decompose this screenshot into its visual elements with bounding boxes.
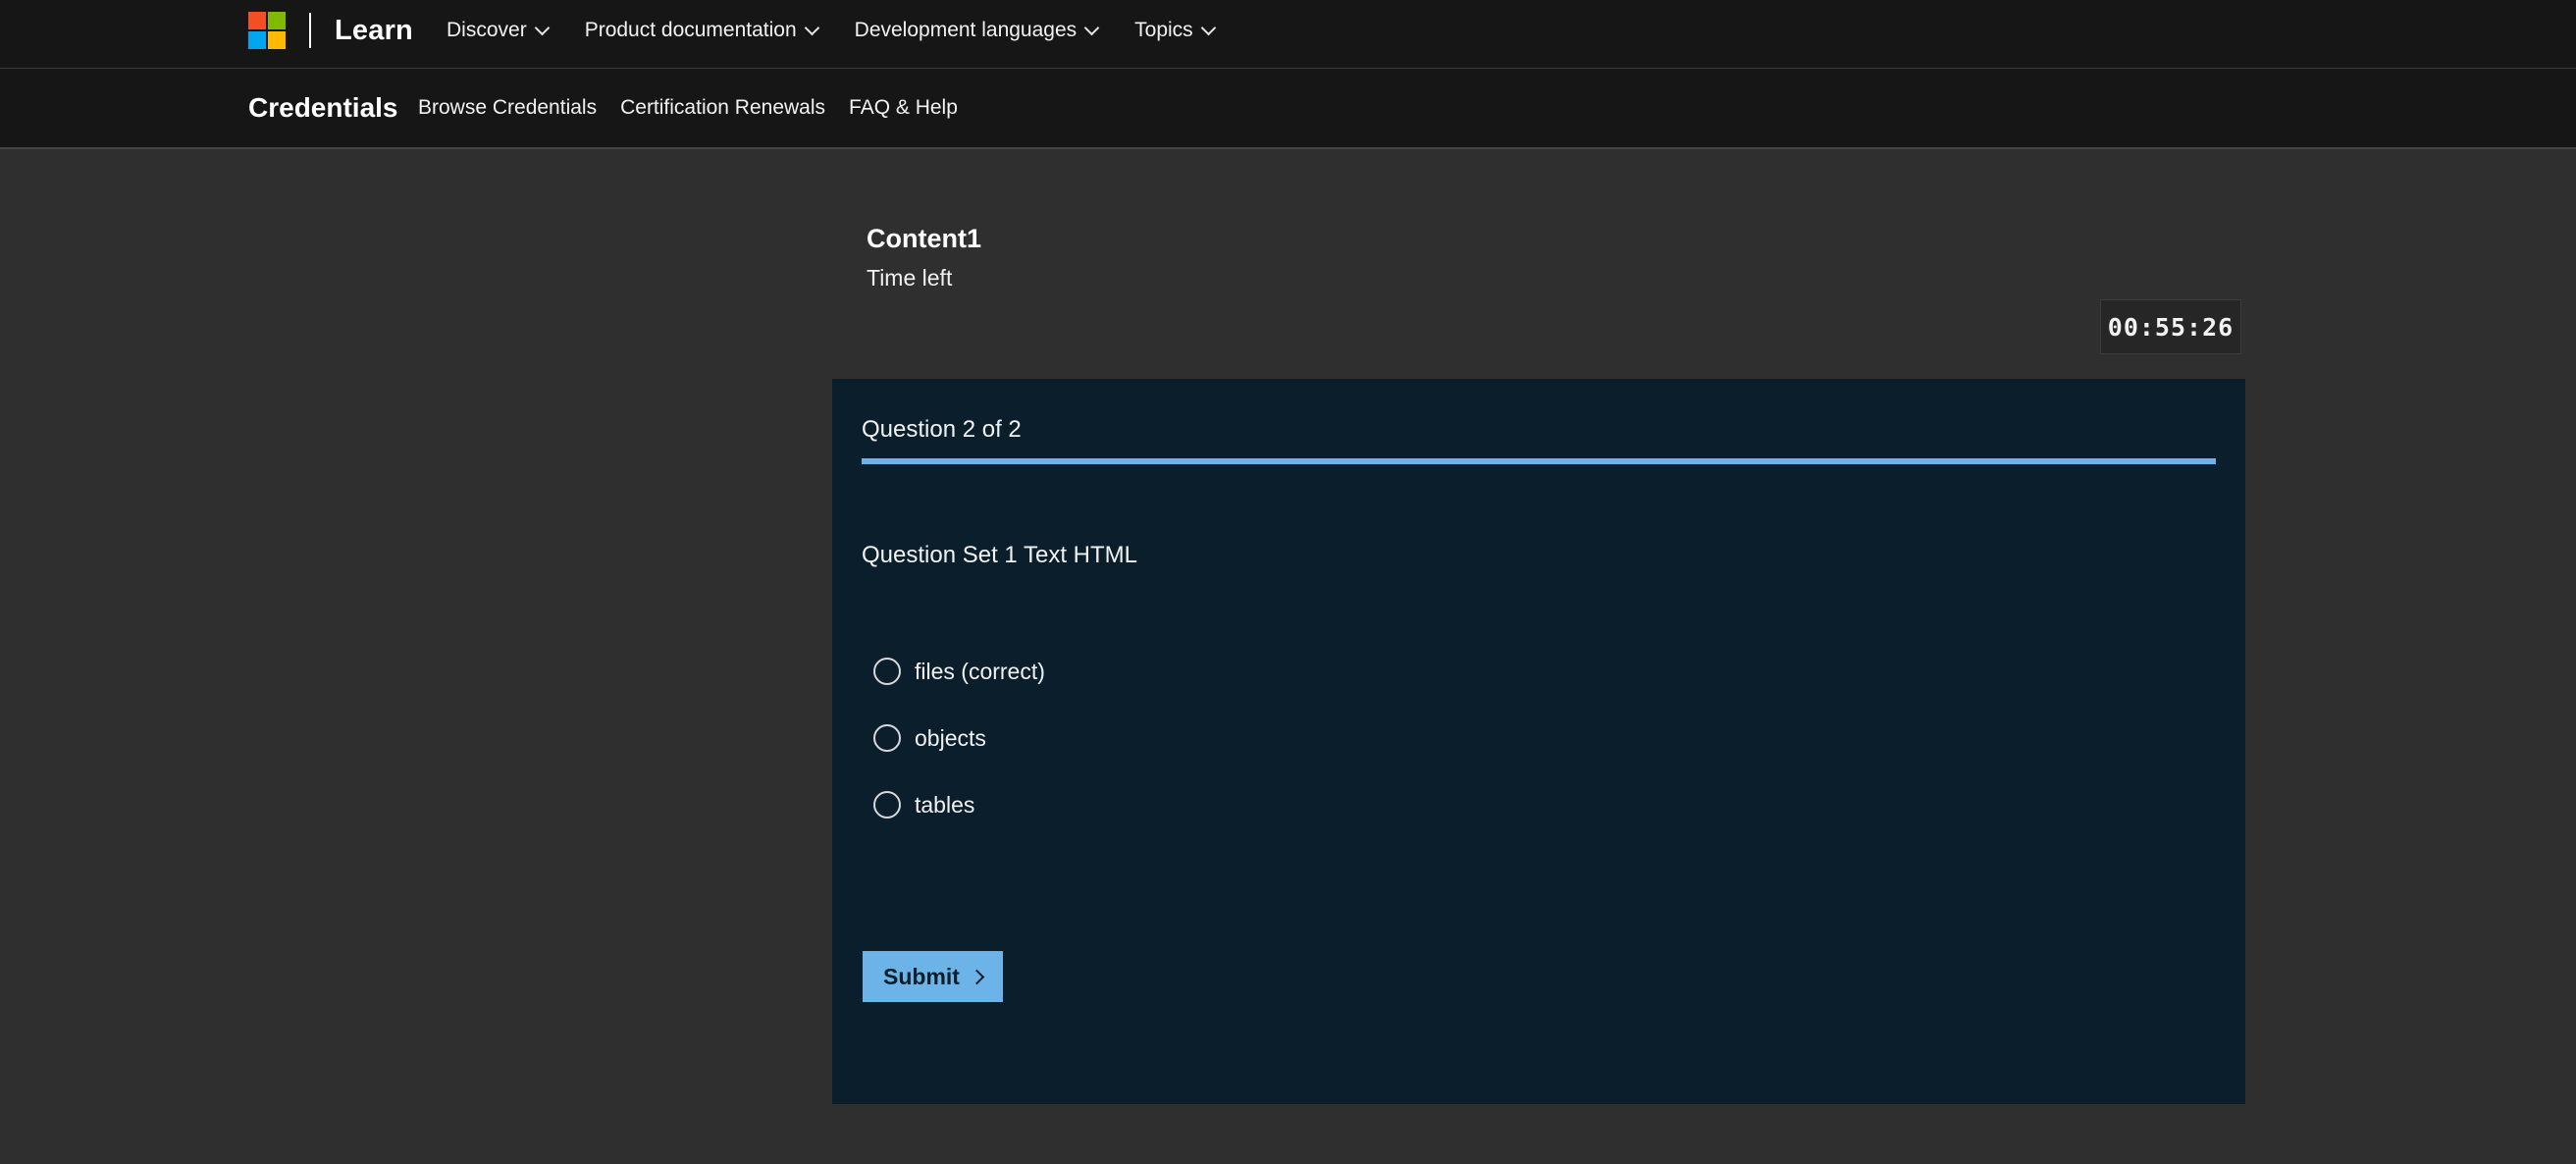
logo-square-green [268,12,286,29]
chevron-right-icon [969,969,985,984]
question-card: Question 2 of 2 Question Set 1 Text HTML… [832,379,2245,1104]
nav-product-documentation[interactable]: Product documentation [584,19,819,42]
answer-option-label: objects [915,724,986,751]
nav-development-languages[interactable]: Development languages [854,19,1100,42]
global-nav: Discover Product documentation Developme… [447,0,1251,61]
radio-button[interactable] [873,658,901,685]
global-header: Learn Discover Product documentation Dev… [0,0,2576,69]
countdown-timer: 00:55:26 [2100,299,2241,354]
submit-button[interactable]: Submit [863,951,1003,1002]
time-left-label: Time left [867,265,953,291]
answer-option[interactable]: tables [873,789,1045,820]
nav-discover-label: Discover [447,19,527,41]
answer-option[interactable]: files (correct) [873,656,1045,687]
credentials-nav: Browse Credentials Certification Renewal… [418,96,981,120]
brand-name[interactable]: Learn [335,15,413,47]
question-counter: Question 2 of 2 [862,416,1022,443]
answer-options: files (correct) objects tables [873,656,1045,856]
nav-topics-label: Topics [1134,19,1193,41]
nav-certification-renewals[interactable]: Certification Renewals [620,96,825,120]
logo-square-red [248,12,266,29]
microsoft-logo-icon[interactable] [248,12,286,49]
nav-faq-help[interactable]: FAQ & Help [849,96,958,120]
chevron-down-icon [1083,20,1100,35]
answer-option[interactable]: objects [873,722,1045,754]
radio-button[interactable] [873,791,901,819]
nav-topics[interactable]: Topics [1134,19,1216,42]
question-progress-fill [862,458,2216,464]
nav-browse-credentials[interactable]: Browse Credentials [418,96,597,120]
nav-product-documentation-label: Product documentation [584,19,797,41]
brand[interactable]: Learn [248,12,413,49]
question-text: Question Set 1 Text HTML [862,542,1138,568]
credentials-header: Credentials Browse Credentials Certifica… [0,69,2576,149]
nav-discover[interactable]: Discover [447,19,550,42]
logo-square-blue [248,31,266,49]
question-progress-bar [862,458,2216,464]
chevron-down-icon [804,20,819,35]
assessment-title: Content1 [867,224,981,253]
answer-option-label: tables [915,791,975,818]
nav-development-languages-label: Development languages [854,19,1078,41]
credentials-title[interactable]: Credentials [248,92,398,124]
brand-divider [309,13,311,48]
chevron-down-icon [534,20,550,35]
chevron-down-icon [1200,20,1216,35]
radio-button[interactable] [873,724,901,752]
answer-option-label: files (correct) [915,658,1045,684]
logo-square-yellow [268,31,286,49]
submit-button-label: Submit [883,963,960,989]
